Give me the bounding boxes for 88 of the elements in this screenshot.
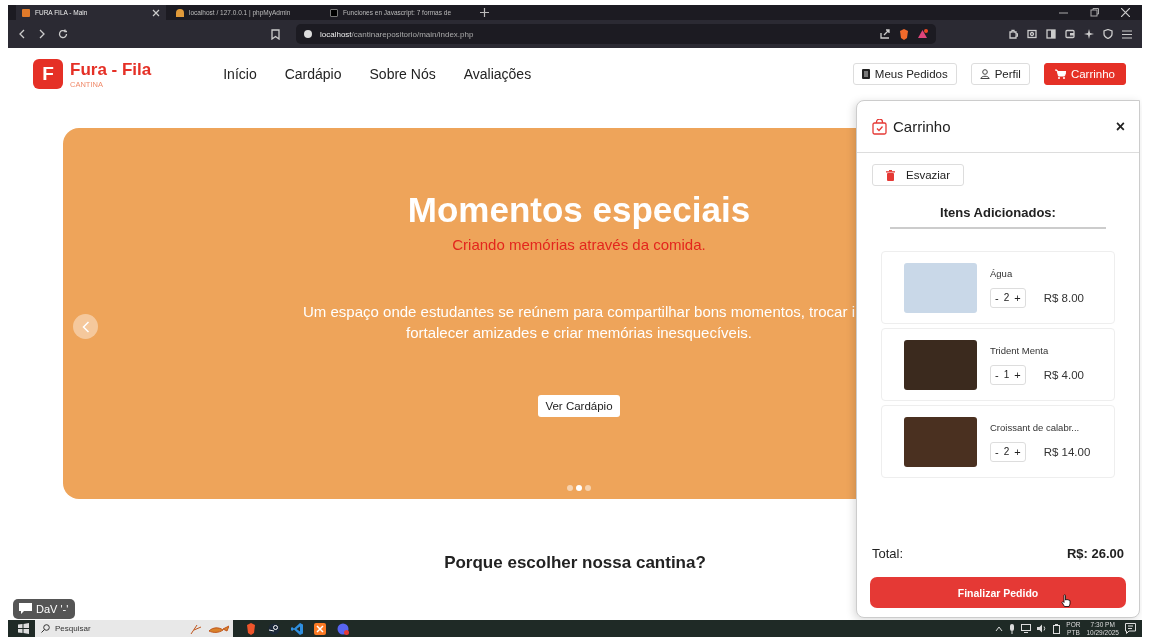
sparkle-icon bbox=[1084, 29, 1094, 39]
sidebar-icon bbox=[1046, 29, 1056, 39]
cart-icon bbox=[1054, 69, 1066, 79]
cart-title: Carrinho bbox=[893, 118, 951, 135]
screenshot-icon bbox=[1027, 29, 1037, 39]
user-icon bbox=[979, 69, 990, 79]
previous-slide-button[interactable] bbox=[73, 314, 98, 339]
speaker-icon bbox=[1037, 624, 1048, 633]
section-title: Porque escolher nossa cantina? bbox=[444, 553, 706, 573]
carousel-dot[interactable] bbox=[576, 485, 582, 491]
orders-button[interactable]: Meus Pedidos bbox=[852, 63, 957, 85]
quantity-value: 2 bbox=[1003, 446, 1010, 457]
hero-title: Momentos especiais bbox=[407, 190, 751, 230]
favicon-icon bbox=[22, 8, 30, 17]
wallet-icon bbox=[1065, 29, 1075, 39]
microphone-icon bbox=[1009, 623, 1016, 634]
trash-icon bbox=[886, 169, 895, 181]
increase-button[interactable]: + bbox=[1014, 445, 1021, 458]
close-icon bbox=[1121, 8, 1130, 17]
code-editor-icon[interactable] bbox=[291, 622, 303, 635]
user-label: DaV '-' bbox=[13, 599, 76, 619]
carousel-dot[interactable] bbox=[585, 485, 591, 491]
menu-button[interactable]: Ver Cardápio bbox=[538, 395, 620, 417]
item-name: Água bbox=[990, 267, 1014, 279]
item-name: Croissant de calabr... bbox=[990, 421, 1081, 433]
share-icon bbox=[880, 29, 891, 39]
receipt-icon bbox=[861, 69, 870, 79]
reload-icon bbox=[58, 29, 68, 39]
checkout-button[interactable]: Finalizar Pedido bbox=[870, 577, 1126, 608]
nav-link[interactable]: Avaliações bbox=[463, 66, 532, 82]
item-price: R$ 8.00 bbox=[1043, 291, 1084, 304]
quantity-stepper[interactable]: - 2 + bbox=[990, 441, 1026, 462]
empty-cart-button[interactable]: Esvaziar bbox=[872, 164, 965, 186]
triangle-icon bbox=[917, 29, 928, 39]
steam-icon[interactable] bbox=[268, 622, 280, 635]
quantity-stepper[interactable]: - 1 + bbox=[990, 364, 1026, 385]
address-bar[interactable]: localhost/cantinarepositorio/main/index.php bbox=[296, 24, 936, 44]
cart-button[interactable]: Carrinho bbox=[1043, 63, 1126, 85]
monitor-icon bbox=[1021, 624, 1032, 633]
shield-icon bbox=[1103, 29, 1113, 39]
xampp-icon[interactable] bbox=[314, 622, 326, 635]
search-field[interactable]: Pesquisar bbox=[55, 624, 145, 633]
close-button[interactable]: × bbox=[1115, 117, 1125, 136]
search-icon bbox=[41, 624, 50, 633]
menu-icon bbox=[1122, 29, 1132, 39]
puzzle-icon bbox=[1008, 29, 1018, 39]
decrease-button[interactable]: - bbox=[995, 368, 999, 381]
chevron-up-icon bbox=[995, 625, 1004, 632]
items-heading: Itens Adicionados: bbox=[890, 205, 1106, 229]
increase-button[interactable]: + bbox=[1014, 291, 1021, 304]
chat-icon bbox=[19, 603, 32, 615]
restore-icon bbox=[1090, 8, 1099, 17]
brand-name: Fura - Fila bbox=[70, 59, 152, 80]
plus-icon bbox=[480, 8, 489, 17]
close-icon bbox=[152, 8, 160, 17]
chat-app-icon[interactable] bbox=[337, 622, 349, 635]
total-value: R$: 26.00 bbox=[1066, 546, 1124, 561]
logo-mark: F bbox=[33, 59, 63, 89]
battery-icon bbox=[1053, 623, 1061, 634]
carousel-dot[interactable] bbox=[567, 485, 573, 491]
windows-icon bbox=[18, 623, 29, 634]
nav-link[interactable]: Cardápio bbox=[284, 66, 342, 82]
bookmark-icon bbox=[271, 28, 280, 40]
item-price: R$ 4.00 bbox=[1043, 368, 1084, 381]
profile-button[interactable]: Perfil bbox=[970, 63, 1030, 85]
quantity-value: 1 bbox=[1003, 369, 1010, 380]
quantity-stepper[interactable]: - 2 + bbox=[990, 287, 1026, 308]
notification-icon bbox=[1125, 623, 1136, 634]
decrease-button[interactable]: - bbox=[995, 291, 999, 304]
hand-cursor-icon bbox=[1061, 594, 1071, 607]
quantity-value: 2 bbox=[1003, 292, 1010, 303]
decrease-button[interactable]: - bbox=[995, 445, 999, 458]
favicon-icon bbox=[330, 8, 338, 17]
hero-text: fortalecer amizades e criar memórias inesquecíveis. bbox=[406, 324, 752, 341]
item-name: Trident Menta bbox=[990, 344, 1050, 356]
nav-link[interactable]: Início bbox=[223, 66, 257, 82]
favicon-icon bbox=[176, 8, 184, 17]
nav-link[interactable]: Sobre Nós bbox=[369, 66, 436, 82]
item-price: R$ 14.00 bbox=[1043, 445, 1091, 458]
increase-button[interactable]: + bbox=[1014, 368, 1021, 381]
forward-icon bbox=[38, 29, 46, 39]
url-text: localhost/cantinarepositorio/main/index.php bbox=[320, 29, 474, 39]
hero-subtitle: Criando memórias através da comida. bbox=[452, 236, 706, 253]
hero-text: Um espaço onde estudantes se reúnem para compartilhar bons momentos, trocar i bbox=[303, 303, 855, 320]
chevron-left-icon bbox=[81, 320, 90, 333]
back-icon bbox=[18, 29, 26, 39]
shopping-bag-icon bbox=[872, 118, 887, 135]
total-label: Total: bbox=[872, 546, 904, 561]
